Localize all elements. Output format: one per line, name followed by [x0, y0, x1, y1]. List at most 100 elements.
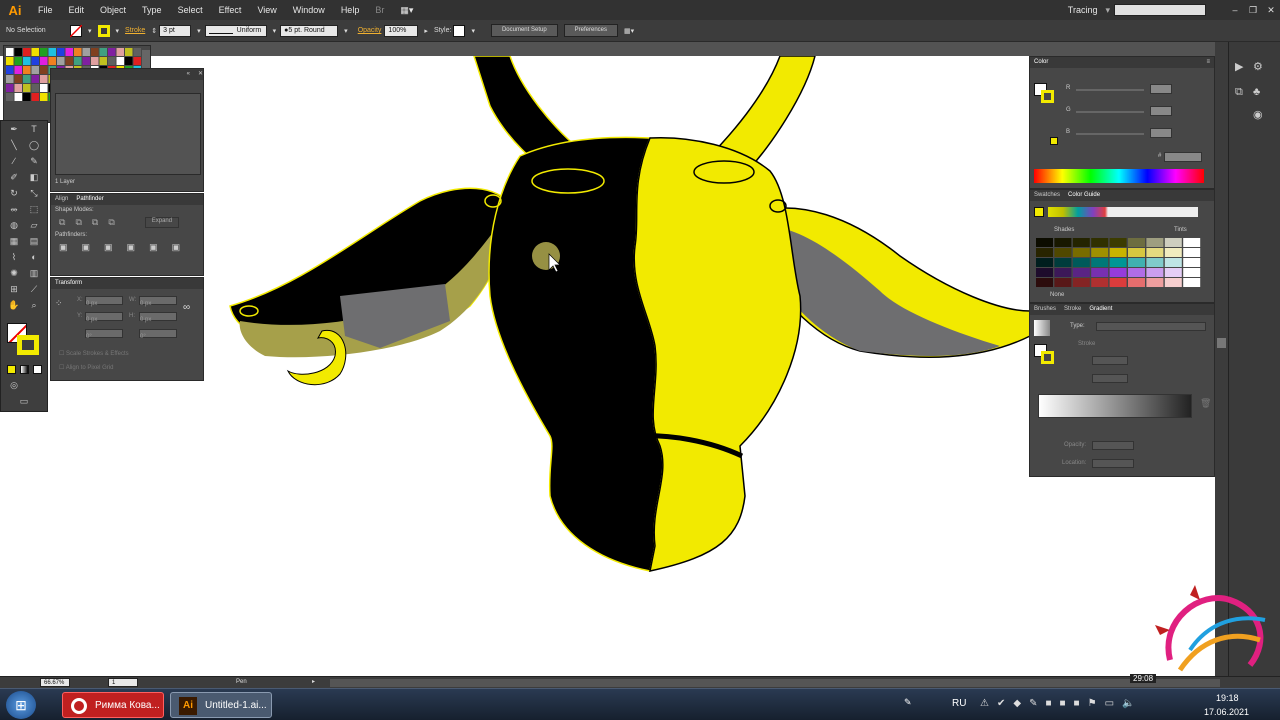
swatch-cell[interactable] — [14, 84, 23, 92]
tray-icon-2[interactable]: ✔ — [997, 698, 1005, 709]
minus-front-icon[interactable]: ⧉ — [75, 217, 81, 228]
appearance-icon[interactable]: ◉ — [1253, 108, 1263, 121]
swatch-cell[interactable] — [6, 75, 14, 83]
profile-dropdown-icon[interactable]: ▾ — [273, 27, 277, 35]
brush-dropdown-icon[interactable]: ▾ — [344, 27, 348, 35]
color-variation-cell[interactable] — [1036, 258, 1053, 267]
swatch-cell[interactable] — [31, 93, 40, 101]
swatch-cell[interactable] — [65, 48, 74, 56]
panel-close-icon[interactable]: ✕ — [198, 69, 203, 80]
taskbar-app-browser[interactable]: Римма Кова... — [62, 692, 164, 718]
menu-view[interactable]: View — [249, 5, 284, 15]
swatch-cell[interactable] — [99, 48, 108, 56]
swatch-cell[interactable] — [57, 48, 65, 56]
color-variation-cell[interactable] — [1054, 248, 1072, 257]
opacity-label[interactable]: Opacity — [358, 27, 382, 34]
graph-tool-icon[interactable]: ▥ — [27, 267, 41, 280]
line-tool-icon[interactable]: ╲ — [7, 139, 21, 152]
tray-icons[interactable]: ⚠ ✔ ◆ ✎ ■ ■ ■ ⚑ ▭ 🔈 — [980, 698, 1134, 709]
color-mode-gradient[interactable] — [20, 365, 29, 374]
arrange-documents-icon[interactable]: ▦▾ — [624, 27, 634, 35]
swatch-cell[interactable] — [40, 75, 48, 83]
swatch-cell[interactable] — [65, 57, 74, 65]
gradient-aspect-field[interactable] — [1092, 374, 1128, 383]
b-slider[interactable] — [1076, 133, 1144, 135]
tab-gradient[interactable]: Gradient — [1089, 304, 1112, 315]
harmony-rule-bar[interactable] — [1048, 207, 1198, 217]
stroke-weight-field[interactable]: 3 pt — [159, 24, 192, 37]
fill-swatch[interactable] — [70, 24, 82, 37]
swatch-cell[interactable] — [6, 57, 14, 65]
document-setup-button[interactable]: Document Setup — [490, 24, 558, 37]
color-variation-cell[interactable] — [1128, 278, 1145, 287]
tray-icon-9[interactable]: ▭ — [1105, 698, 1114, 709]
shape-mode-buttons[interactable]: ⧉ ⧉ ⧉ ⧉ Expand — [51, 215, 203, 230]
close-icon[interactable]: ✕ — [1262, 5, 1280, 16]
swatch-cell[interactable] — [40, 48, 48, 56]
swatch-cell[interactable] — [40, 84, 48, 92]
clock-time[interactable]: 19:18 — [1216, 693, 1239, 703]
language-indicator[interactable]: RU — [952, 698, 966, 709]
draw-mode-icon[interactable]: ◎ — [7, 379, 21, 392]
swatch-cell[interactable] — [14, 75, 23, 83]
color-variation-cell[interactable] — [1146, 238, 1164, 247]
color-variation-cell[interactable] — [1109, 268, 1127, 277]
trim-icon[interactable]: ▣ — [82, 242, 91, 253]
hand-tool-icon[interactable]: ✋ — [7, 299, 21, 312]
color-variation-cell[interactable] — [1183, 278, 1201, 287]
gradient-type-select[interactable] — [1096, 322, 1206, 331]
gear-icon[interactable]: ⚙ — [1253, 60, 1263, 73]
divide-icon[interactable]: ▣ — [59, 242, 68, 253]
unite-icon[interactable]: ⧉ — [59, 217, 65, 228]
bridge-icon[interactable]: Br — [367, 5, 392, 15]
width-tool-icon[interactable]: ⥈ — [7, 203, 21, 216]
menu-type[interactable]: Type — [134, 5, 170, 15]
hex-field[interactable] — [1164, 152, 1202, 162]
scale-strokes-checkbox[interactable]: ☐ Scale Strokes & Effects — [55, 348, 133, 359]
x-field[interactable]: 0 px — [85, 296, 123, 307]
tab-stroke[interactable]: Stroke — [1064, 304, 1081, 315]
color-variation-cell[interactable] — [1091, 238, 1109, 247]
color-variation-cell[interactable] — [1072, 258, 1090, 267]
menu-edit[interactable]: Edit — [61, 5, 93, 15]
swatch-cell[interactable] — [133, 48, 142, 56]
gradient-opacity-field[interactable] — [1092, 441, 1134, 450]
swatch-cell[interactable] — [108, 57, 116, 65]
tab-brushes[interactable]: Brushes — [1034, 304, 1056, 315]
tray-icon-7[interactable]: ■ — [1074, 698, 1080, 709]
tab-align[interactable]: Align — [55, 194, 68, 205]
menu-file[interactable]: File — [30, 5, 61, 15]
swatch-cell[interactable] — [48, 57, 57, 65]
swatch-cell[interactable] — [23, 66, 31, 74]
swatch-cell[interactable] — [48, 48, 57, 56]
start-button[interactable]: ⊞ — [6, 691, 36, 719]
color-variation-cell[interactable] — [1164, 258, 1182, 267]
pathfinder-buttons[interactable]: ▣ ▣ ▣ ▣ ▣ ▣ — [51, 240, 203, 255]
color-variation-cell[interactable] — [1054, 238, 1072, 247]
stroke-swatch[interactable] — [97, 24, 110, 37]
color-spectrum[interactable] — [1034, 169, 1204, 183]
intersect-icon[interactable]: ⧉ — [92, 217, 98, 228]
color-variation-cell[interactable] — [1109, 238, 1127, 247]
r-slider[interactable] — [1076, 89, 1144, 91]
color-variation-cell[interactable] — [1183, 258, 1201, 267]
gradient-thumbnail[interactable] — [1034, 320, 1050, 336]
zoom-tool-icon[interactable]: ⌕ — [27, 299, 41, 312]
color-variation-cell[interactable] — [1146, 248, 1164, 257]
tab-pathfinder[interactable]: Pathfinder — [76, 194, 103, 205]
menu-object[interactable]: Object — [92, 5, 134, 15]
base-color-swatch[interactable] — [1034, 207, 1044, 217]
tab-swatches[interactable]: Swatches — [1034, 190, 1060, 201]
color-variation-cell[interactable] — [1164, 238, 1182, 247]
perspective-grid-icon[interactable]: ▱ — [27, 219, 41, 232]
color-variation-cell[interactable] — [1072, 248, 1090, 257]
swatch-cell[interactable] — [23, 93, 31, 101]
merge-icon[interactable]: ▣ — [104, 242, 113, 253]
layers-list[interactable] — [55, 93, 201, 175]
menu-select[interactable]: Select — [170, 5, 211, 15]
slice-tool-icon[interactable]: ⟋ — [27, 283, 41, 296]
artboard-number-field[interactable]: 1 — [108, 678, 138, 687]
color-variation-cell[interactable] — [1128, 258, 1145, 267]
swatch-cell[interactable] — [82, 57, 91, 65]
tray-icon-6[interactable]: ■ — [1060, 698, 1066, 709]
